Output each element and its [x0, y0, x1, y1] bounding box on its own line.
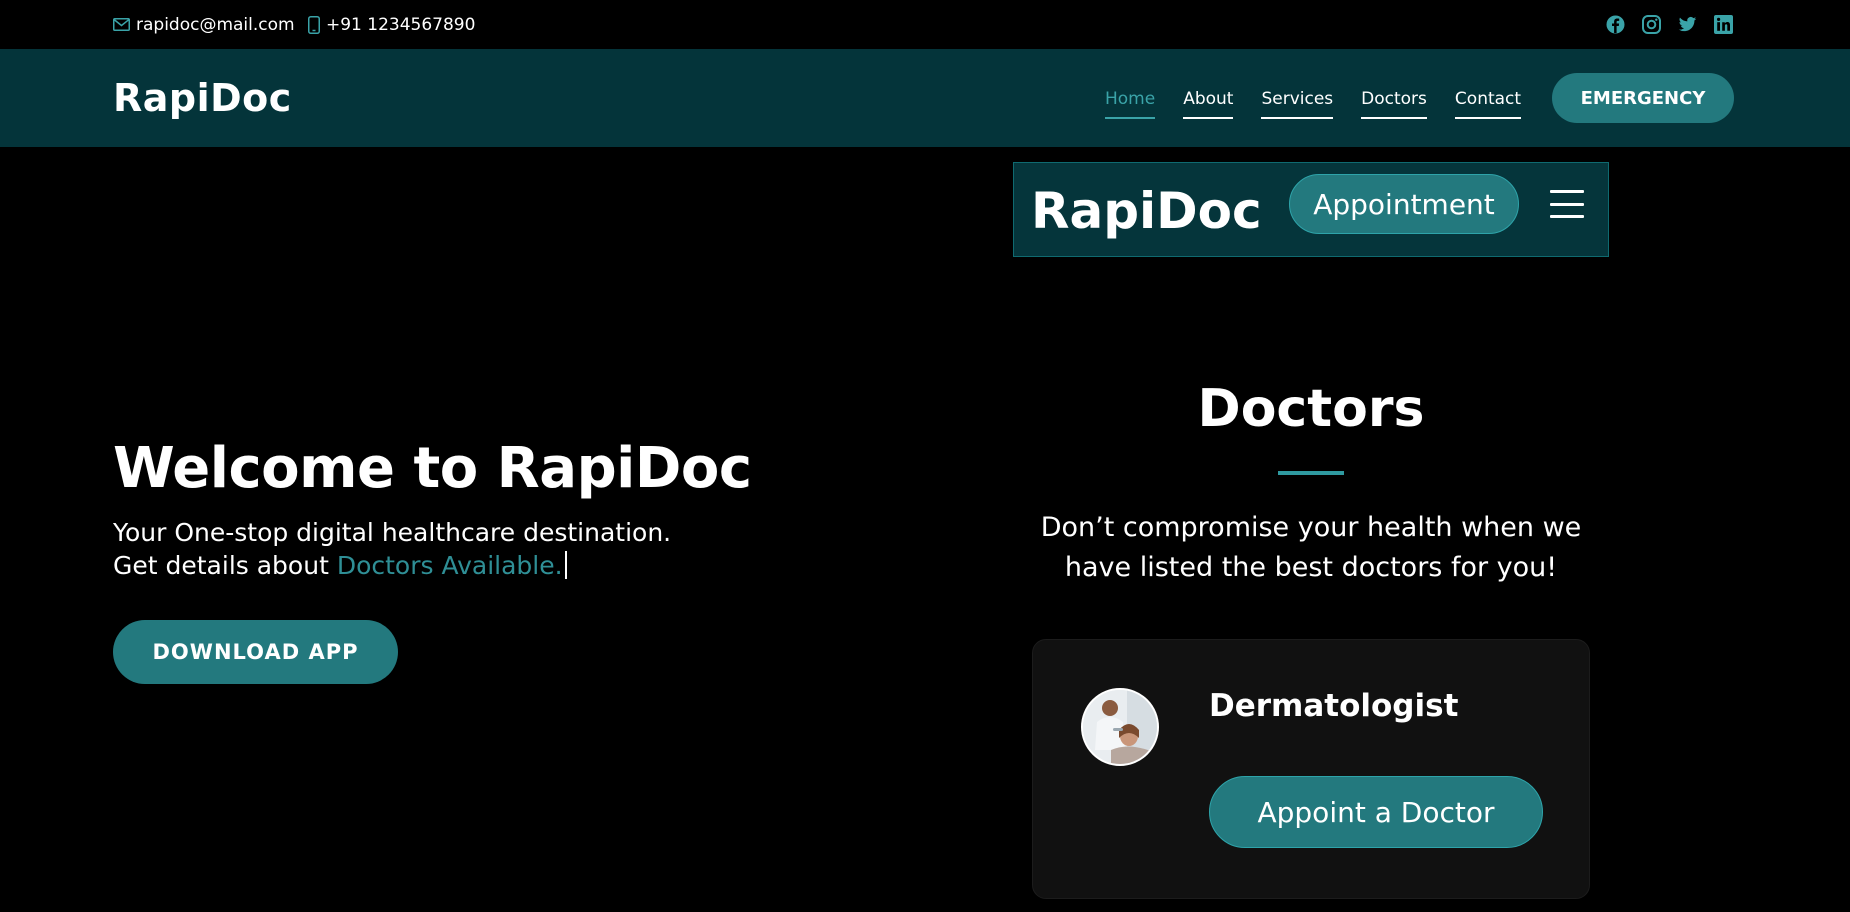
specialty-title: Dermatologist: [1209, 688, 1459, 724]
hero-subtitle-prefix: Get details about: [113, 551, 329, 580]
instagram-icon[interactable]: [1642, 15, 1661, 34]
phone-icon: [308, 15, 320, 34]
social-links: [1589, 0, 1733, 49]
doctors-section-title: Doctors: [1197, 379, 1425, 439]
mobile-brand-logo[interactable]: RapiDoc: [1031, 163, 1262, 258]
hero-subtitle: Your One-stop digital healthcare destina…: [113, 516, 813, 582]
hamburger-line: [1550, 215, 1584, 218]
hero-title: Welcome to RapiDoc: [113, 436, 752, 501]
nav-contact[interactable]: Contact: [1454, 89, 1522, 119]
nav-services[interactable]: Services: [1261, 89, 1334, 119]
email-text[interactable]: rapidoc@mail.com: [136, 15, 295, 35]
hamburger-line: [1550, 202, 1584, 206]
twitter-icon[interactable]: [1678, 15, 1697, 34]
brand-logo[interactable]: RapiDoc: [113, 49, 292, 147]
phone-contact[interactable]: +91 1234567890: [308, 0, 475, 49]
hamburger-menu-icon[interactable]: [1550, 190, 1584, 218]
email-contact[interactable]: rapidoc@mail.com: [113, 0, 295, 49]
hero-subtitle-line2: Get details about Doctors Available.: [113, 549, 813, 582]
main-nav: Home About Services Doctors Contact: [1077, 49, 1522, 147]
doctor-card: Dermatologist Appoint a Doctor: [1032, 639, 1590, 899]
linkedin-icon[interactable]: [1714, 15, 1733, 34]
doctors-description: Don’t compromise your health when we hav…: [1040, 512, 1582, 583]
site-header: RapiDoc Home About Services Doctors Cont…: [0, 49, 1850, 147]
hamburger-line: [1550, 190, 1584, 193]
download-app-button[interactable]: DOWNLOAD APP: [113, 620, 398, 684]
typing-cursor: [564, 551, 567, 579]
typed-text: Doctors Available.: [336, 551, 563, 580]
facebook-icon[interactable]: [1606, 15, 1625, 34]
top-bar: rapidoc@mail.com +91 1234567890: [0, 0, 1850, 49]
emergency-button[interactable]: EMERGENCY: [1552, 73, 1734, 123]
dermatologist-avatar: [1081, 688, 1159, 766]
title-divider: [1278, 471, 1344, 475]
mail-icon: [113, 18, 130, 31]
hero-subtitle-line1: Your One-stop digital healthcare destina…: [113, 518, 672, 547]
nav-doctors[interactable]: Doctors: [1361, 89, 1427, 119]
appointment-button[interactable]: Appointment: [1289, 174, 1519, 234]
nav-home[interactable]: Home: [1105, 89, 1156, 119]
phone-text[interactable]: +91 1234567890: [326, 15, 475, 35]
nav-about[interactable]: About: [1183, 89, 1234, 119]
mobile-navbar: RapiDoc Appointment: [1013, 162, 1609, 257]
appoint-doctor-button[interactable]: Appoint a Doctor: [1209, 776, 1543, 848]
